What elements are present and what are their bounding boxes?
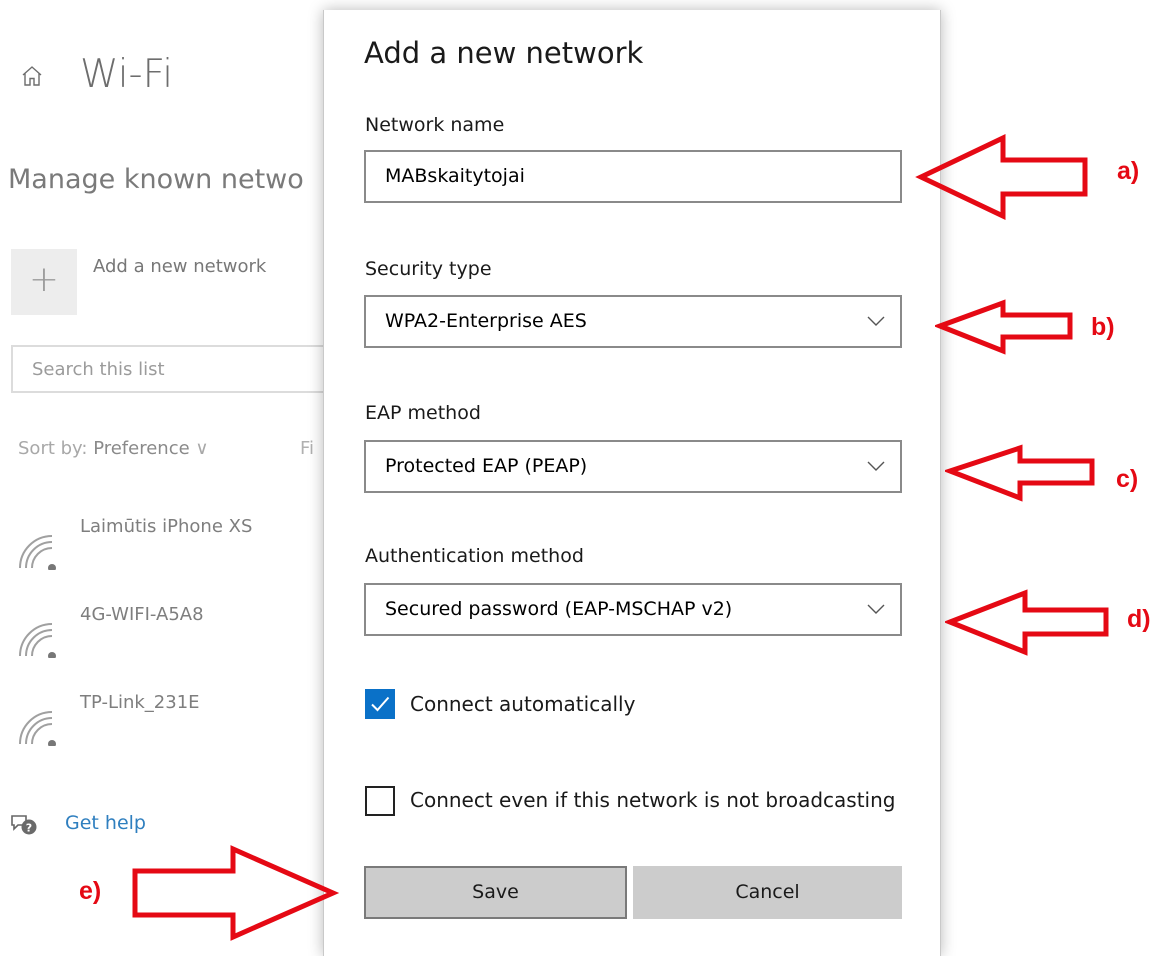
annotation-label-c: c)	[1116, 465, 1139, 493]
annotation-arrow-d	[945, 589, 1109, 656]
connect-hidden-label[interactable]: Connect even if this network is not broa…	[410, 788, 895, 812]
network-name-label: Network name	[365, 114, 505, 136]
annotation-arrow-a	[915, 134, 1088, 220]
wifi-icon	[19, 535, 56, 570]
network-item[interactable]: 4G-WIFI-A5A8	[14, 604, 334, 664]
search-placeholder: Search this list	[32, 359, 165, 380]
add-network-label[interactable]: Add a new network	[93, 256, 266, 277]
get-help-label: Get help	[65, 812, 146, 834]
sort-value: Preference	[93, 438, 190, 459]
svg-text:?: ?	[26, 822, 32, 835]
search-input[interactable]: Search this list	[11, 345, 341, 393]
annotation-label-e: e)	[79, 877, 102, 905]
chevron-down-icon	[867, 316, 885, 326]
annotation-arrow-b	[935, 299, 1073, 355]
network-name-input[interactable]: MABskaitytojai	[364, 150, 902, 203]
network-name: Laimūtis iPhone XS	[80, 516, 253, 537]
annotation-arrow-e	[132, 845, 340, 941]
annotation-label-d: d)	[1127, 605, 1151, 633]
auth-method-label: Authentication method	[365, 545, 584, 567]
cancel-button[interactable]: Cancel	[633, 866, 902, 919]
eap-method-dropdown[interactable]: Protected EAP (PEAP)	[364, 440, 902, 493]
home-icon[interactable]	[20, 64, 44, 88]
annotation-arrow-c	[945, 444, 1095, 502]
connect-hidden-checkbox[interactable]	[365, 786, 395, 816]
connect-automatically-checkbox[interactable]	[365, 689, 395, 719]
auth-method-dropdown[interactable]: Secured password (EAP-MSCHAP v2)	[364, 583, 902, 636]
plus-icon: +	[28, 259, 60, 300]
chevron-down-icon	[867, 461, 885, 471]
sort-label: Sort by:	[18, 438, 88, 459]
section-heading: Manage known netwo	[8, 164, 304, 195]
page-title: Wi-Fi	[80, 52, 174, 97]
eap-method-label: EAP method	[365, 402, 481, 424]
network-name: TP-Link_231E	[80, 692, 200, 713]
network-name: 4G-WIFI-A5A8	[80, 604, 204, 625]
network-item[interactable]: TP-Link_231E	[14, 692, 334, 752]
help-chat-icon: ?	[11, 815, 37, 835]
get-help-link[interactable]: ? Get help	[10, 812, 210, 842]
wifi-icon	[19, 711, 56, 746]
add-network-tile[interactable]: +	[11, 249, 77, 315]
eap-method-value: Protected EAP (PEAP)	[385, 455, 588, 477]
chevron-down-icon	[867, 604, 885, 614]
save-button[interactable]: Save	[364, 866, 627, 919]
checkmark-icon	[371, 696, 390, 712]
chevron-down-icon: ∨	[195, 438, 209, 459]
security-type-value: WPA2-Enterprise AES	[385, 310, 587, 332]
filter-dropdown[interactable]: Fi	[300, 438, 314, 459]
network-item[interactable]: Laimūtis iPhone XS	[14, 516, 334, 576]
connect-automatically-label[interactable]: Connect automatically	[410, 692, 635, 716]
add-network-dialog: Add a new network Network name MABskaity…	[323, 10, 941, 956]
dialog-title: Add a new network	[364, 36, 644, 70]
annotation-label-b: b)	[1091, 313, 1115, 341]
annotation-label-a: a)	[1117, 157, 1140, 185]
network-name-value: MABskaitytojai	[385, 165, 525, 187]
security-type-label: Security type	[365, 258, 492, 280]
wifi-icon	[19, 623, 56, 658]
sort-dropdown[interactable]: Sort by: Preference ∨	[18, 438, 209, 459]
security-type-dropdown[interactable]: WPA2-Enterprise AES	[364, 295, 902, 348]
auth-method-value: Secured password (EAP-MSCHAP v2)	[385, 598, 733, 620]
